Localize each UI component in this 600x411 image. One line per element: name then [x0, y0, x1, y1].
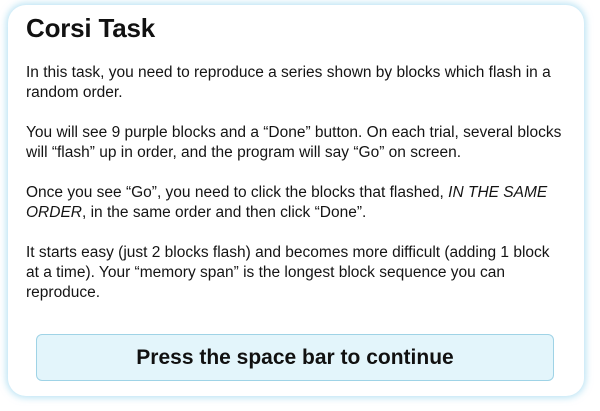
instructions-card: Corsi Task In this task, you need to rep…	[8, 5, 584, 396]
instruction-paragraph-3: Once you see “Go”, you need to click the…	[26, 183, 566, 223]
instruction-paragraph-2: You will see 9 purple blocks and a “Done…	[26, 124, 562, 161]
instruction-paragraph-3-start: Once you see “Go”, you need to click the…	[26, 184, 449, 201]
instructions-body: In this task, you need to reproduce a se…	[26, 63, 566, 323]
instruction-paragraph-1: In this task, you need to reproduce a se…	[26, 64, 551, 101]
instruction-paragraph-3-end: , in the same order and then click “Done…	[81, 204, 367, 221]
page-title: Corsi Task	[26, 13, 156, 43]
instruction-paragraph-4: It starts easy (just 2 blocks flash) and…	[26, 244, 550, 301]
continue-prompt-button[interactable]: Press the space bar to continue	[36, 334, 554, 381]
